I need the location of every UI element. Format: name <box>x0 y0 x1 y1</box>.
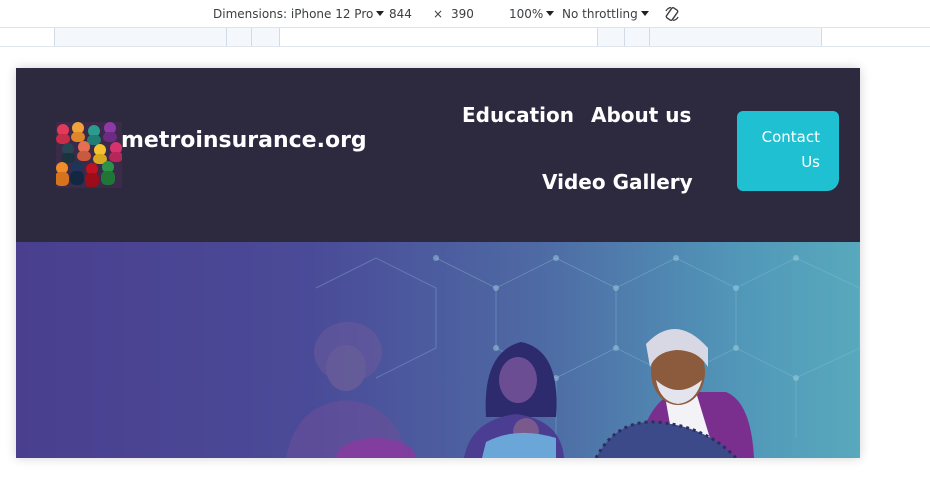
device-toolbar: Dimensions: iPhone 12 Pro 844 × 390 100%… <box>0 0 930 28</box>
hero-banner <box>16 242 860 458</box>
width-input[interactable]: 844 <box>389 7 412 21</box>
zoom-label: 100% <box>509 7 544 21</box>
family-with-elderly-man-illustration <box>286 255 860 458</box>
rotate-icon[interactable] <box>664 6 680 22</box>
throttling-select[interactable]: No throttling <box>562 7 649 21</box>
caret-down-icon <box>640 11 649 16</box>
contact-us-button[interactable]: Contact Us <box>737 111 839 191</box>
device-select[interactable]: Dimensions: iPhone 12 Pro <box>213 7 385 21</box>
caret-down-icon <box>376 11 385 16</box>
nav-video-gallery[interactable]: Video Gallery <box>542 169 693 195</box>
site-header: metroinsurance.org Education About us Vi… <box>16 68 860 242</box>
device-viewport: metroinsurance.org Education About us Vi… <box>16 68 860 458</box>
nav-education[interactable]: Education <box>462 102 574 128</box>
throttling-label: No throttling <box>562 7 638 21</box>
zoom-select[interactable]: 100% <box>509 7 555 21</box>
nav-about-us[interactable]: About us <box>591 102 691 128</box>
caret-down-icon <box>546 11 555 16</box>
times-sign: × <box>433 7 444 21</box>
people-silhouettes-logo[interactable] <box>56 122 122 188</box>
media-query-ruler <box>0 28 930 47</box>
site-title[interactable]: metroinsurance.org <box>121 126 371 156</box>
height-input[interactable]: 390 <box>451 7 474 21</box>
device-label: Dimensions: iPhone 12 Pro <box>213 7 374 21</box>
